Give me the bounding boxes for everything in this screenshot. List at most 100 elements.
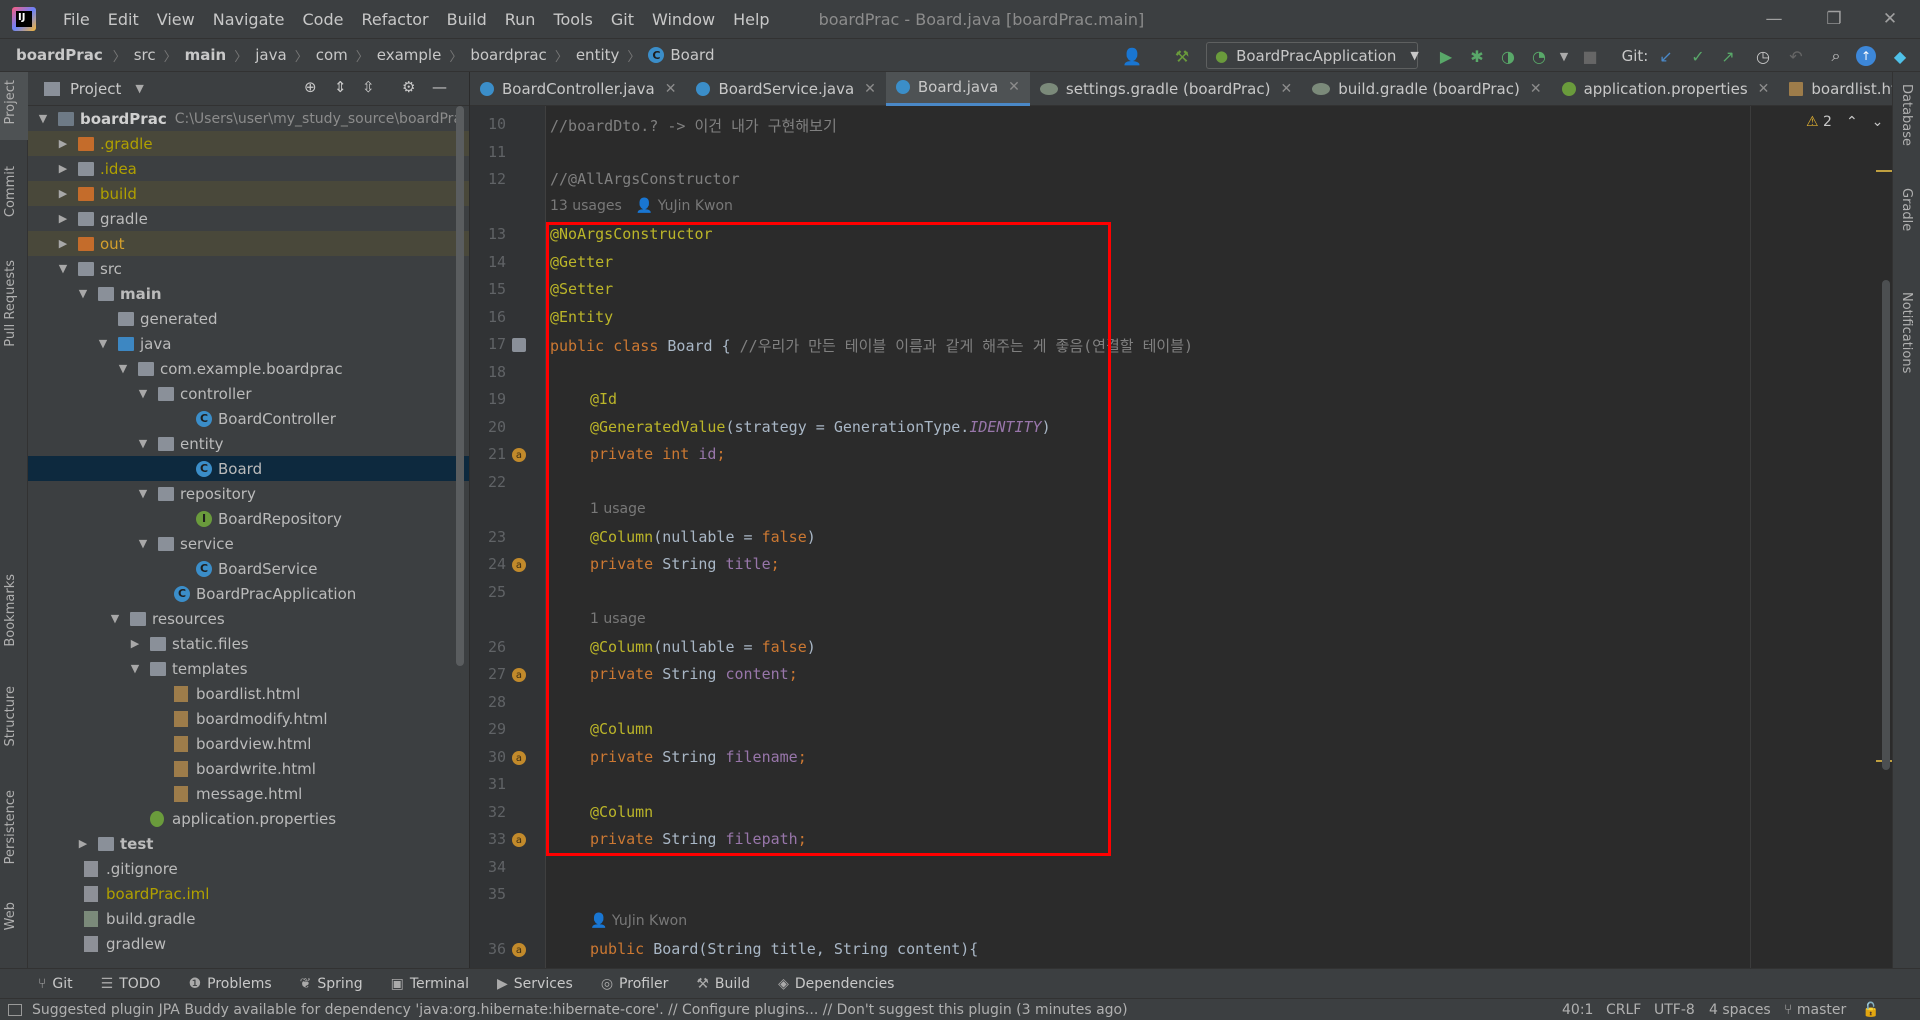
tree-item-controller[interactable]: ▼ controller [28, 381, 469, 406]
profile-icon[interactable]: ◔ [1527, 44, 1551, 68]
close-window-icon[interactable]: ✕ [1862, 0, 1918, 38]
tree-item-gradlew[interactable]: gradlew [28, 931, 469, 956]
menu-refactor[interactable]: Refactor [352, 10, 437, 29]
menu-window[interactable]: Window [643, 10, 724, 29]
inspection-widget[interactable]: ⚠ 2 ⌃ ⌄ [1806, 114, 1883, 130]
tree-item-templates[interactable]: ▼ templates [28, 656, 469, 681]
git-history-icon[interactable]: ◷ [1751, 44, 1775, 68]
git-commit-icon[interactable]: ✓ [1686, 44, 1710, 68]
tree-item-message[interactable]: message.html [28, 781, 469, 806]
run-icon[interactable]: ▶ [1434, 44, 1458, 68]
usages-hint[interactable]: 13 usages 👤 YuJin Kwon [550, 198, 733, 214]
git-tool-button[interactable]: ⑂ Git [24, 976, 87, 992]
breadcrumb-java[interactable]: java [249, 46, 292, 64]
todo-tool-button[interactable]: ☰ TODO [87, 976, 175, 992]
breadcrumb-example[interactable]: example [371, 46, 448, 64]
run-configuration-select[interactable]: ● BoardPracApplication ▼ [1206, 42, 1419, 69]
tab-board[interactable]: Board.java ✕ [885, 71, 1030, 106]
user-icon[interactable]: 👤 [1120, 44, 1144, 68]
tree-item-root[interactable]: ▼ boardPrac C:\Users\user\my_study_sourc… [28, 106, 469, 131]
build-tool-button[interactable]: ⚒ Build [682, 976, 764, 992]
menu-edit[interactable]: Edit [99, 10, 148, 29]
tree-item-boardservice[interactable]: C BoardService [28, 556, 469, 581]
tree-item-gitignore[interactable]: .gitignore [28, 856, 469, 881]
menu-help[interactable]: Help [724, 10, 778, 29]
tree-item-application-properties[interactable]: application.properties [28, 806, 469, 831]
dependencies-tool-button[interactable]: ◈ Dependencies [764, 976, 908, 992]
search-icon[interactable]: ⌕ [1824, 44, 1848, 68]
project-tool-button[interactable]: Project [3, 80, 18, 124]
bookmarks-tool-button[interactable]: Bookmarks [3, 574, 18, 647]
field-access-icon[interactable]: a [512, 751, 526, 765]
field-access-icon[interactable]: a [512, 668, 526, 682]
breadcrumb-boardprac[interactable]: boardprac [464, 46, 552, 64]
tree-item-boardmodify[interactable]: boardmodify.html [28, 706, 469, 731]
coverage-icon[interactable]: ◑ [1496, 44, 1520, 68]
gear-icon[interactable]: ⚙ [402, 78, 415, 96]
tree-item-package[interactable]: ▼ com.example.boardprac [28, 356, 469, 381]
tab-application-properties[interactable]: application.properties ✕ [1552, 72, 1780, 106]
menu-navigate[interactable]: Navigate [204, 10, 294, 29]
breadcrumb-board[interactable]: Board [670, 46, 714, 64]
lock-icon[interactable]: 🔓 [1862, 1002, 1879, 1018]
tree-item-boardrepository[interactable]: I BoardRepository [28, 506, 469, 531]
collapse-all-icon[interactable]: ⇳ [362, 78, 375, 96]
breadcrumb-com[interactable]: com [310, 46, 354, 64]
field-access-icon[interactable]: a [512, 943, 526, 957]
chevron-down-icon[interactable]: ▼ [135, 82, 143, 95]
minimize-icon[interactable]: — [1746, 0, 1802, 38]
problems-tool-button[interactable]: ❶ Problems [175, 976, 286, 992]
persistence-tool-button[interactable]: Persistence [3, 790, 18, 864]
editor-scrollbar[interactable] [1882, 280, 1890, 770]
hide-panel-icon[interactable]: — [432, 78, 447, 96]
close-icon[interactable]: ✕ [1758, 81, 1770, 97]
tree-item-static[interactable]: ▶ static.files [28, 631, 469, 656]
tree-item-entity[interactable]: ▼ entity [28, 431, 469, 456]
structure-tool-button[interactable]: Structure [3, 686, 18, 746]
tree-item-main[interactable]: ▼ main [28, 281, 469, 306]
status-message[interactable]: Suggested plugin JPA Buddy available for… [32, 1002, 1128, 1018]
menu-run[interactable]: Run [496, 10, 545, 29]
tree-item-java[interactable]: ▼ java [28, 331, 469, 356]
tab-boardservice[interactable]: BoardService.java ✕ [686, 72, 885, 106]
locate-file-icon[interactable]: ⊕ [304, 78, 317, 96]
git-rollback-icon[interactable]: ↶ [1784, 44, 1808, 68]
database-entity-icon[interactable] [512, 338, 526, 352]
tree-item-board[interactable]: C Board [28, 456, 469, 481]
file-encoding[interactable]: UTF-8 [1654, 1002, 1695, 1018]
stop-icon[interactable]: ■ [1578, 44, 1602, 68]
close-icon[interactable]: ✕ [1530, 81, 1542, 97]
status-panel-toggle-icon[interactable] [8, 1003, 22, 1016]
tab-build-gradle[interactable]: build.gradle (boardPrac) ✕ [1302, 72, 1551, 106]
tree-item-iml[interactable]: boardPrac.iml [28, 881, 469, 906]
project-panel-title[interactable]: Project [70, 80, 121, 98]
breadcrumb-entity[interactable]: entity [570, 46, 626, 64]
build-hammer-icon[interactable]: ⚒ [1170, 44, 1194, 68]
menu-tools[interactable]: Tools [544, 10, 601, 29]
tree-item-repository[interactable]: ▼ repository [28, 481, 469, 506]
breadcrumb-project[interactable]: boardPrac [16, 46, 103, 64]
line-separator[interactable]: CRLF [1606, 1002, 1641, 1018]
profiler-tool-button[interactable]: ◎ Profiler [587, 976, 683, 992]
tree-item-service[interactable]: ▼ service [28, 531, 469, 556]
breadcrumb-main[interactable]: main [179, 46, 233, 64]
menu-code[interactable]: Code [294, 10, 353, 29]
more-run-chevron-icon[interactable]: ▼ [1552, 44, 1576, 68]
gradle-tool-button[interactable]: Gradle [1899, 188, 1914, 231]
menu-file[interactable]: File [54, 10, 99, 29]
tree-item-resources[interactable]: ▼ resources [28, 606, 469, 631]
debug-icon[interactable]: ✱ [1465, 44, 1489, 68]
close-icon[interactable]: ✕ [864, 81, 876, 97]
caret-position[interactable]: 40:1 [1562, 1002, 1593, 1018]
warning-stripe-mark[interactable] [1876, 170, 1892, 172]
tree-item-src[interactable]: ▼ src [28, 256, 469, 281]
terminal-tool-button[interactable]: ▣ Terminal [377, 976, 483, 992]
tree-item-gradle[interactable]: ▶ gradle [28, 206, 469, 231]
tree-item-build-gradle[interactable]: build.gradle [28, 906, 469, 931]
next-highlight-icon[interactable]: ⌄ [1872, 114, 1884, 130]
field-access-icon[interactable]: a [512, 833, 526, 847]
tree-item-build-dir[interactable]: ▶ build [28, 181, 469, 206]
tree-item-application[interactable]: C BoardPracApplication [28, 581, 469, 606]
tab-settings-gradle[interactable]: settings.gradle (boardPrac) ✕ [1030, 72, 1302, 106]
tree-item-boardlist[interactable]: boardlist.html [28, 681, 469, 706]
